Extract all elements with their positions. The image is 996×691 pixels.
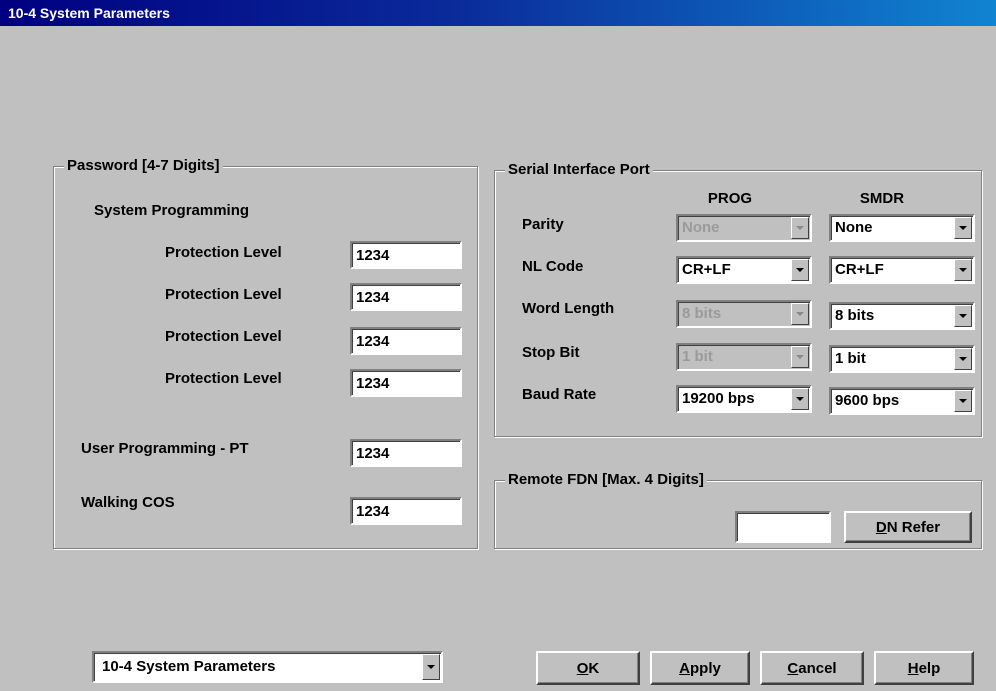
window-title: 10-4 System Parameters (8, 5, 170, 21)
ok-button[interactable]: OK (536, 651, 640, 685)
dropdown-arrow-icon[interactable] (954, 305, 972, 327)
dropdown-arrow-icon[interactable] (422, 654, 440, 680)
password-group: Password [4-7 Digits] System Programming… (53, 156, 478, 549)
smdr-baud-rate-select[interactable]: 9600 bps (829, 387, 975, 415)
cancel-mnemonic: C (787, 659, 799, 677)
user-programming-label: User Programming - PT (81, 440, 249, 457)
protection-level-input-4[interactable]: 1234 (350, 369, 462, 397)
protection-level-input-2[interactable]: 1234 (350, 283, 462, 311)
page-select[interactable]: 10-4 System Parameters (92, 651, 443, 683)
baud-rate-label: Baud Rate (522, 386, 597, 403)
dropdown-arrow-icon (791, 217, 809, 239)
prog-baud-rate-select[interactable]: 19200 bps (676, 385, 812, 413)
col-header-prog: PROG (707, 190, 753, 207)
smdr-parity-value: None (835, 219, 873, 236)
help-mnemonic: H (907, 659, 919, 677)
prog-parity-select: None (676, 214, 812, 242)
system-programming-label: System Programming (94, 202, 250, 219)
dn-refer-label: N Refer (886, 518, 941, 536)
stop-bit-label: Stop Bit (522, 344, 580, 361)
word-length-label: Word Length (522, 300, 615, 317)
dropdown-arrow-icon[interactable] (954, 348, 972, 370)
walking-cos-input[interactable]: 1234 (350, 497, 462, 525)
smdr-stop-bit-value: 1 bit (835, 350, 866, 367)
prog-nl-code-select[interactable]: CR+LF (676, 256, 812, 284)
apply-mnemonic: A (679, 659, 690, 677)
title-bar: 10-4 System Parameters (0, 0, 996, 26)
user-programming-input[interactable]: 1234 (350, 439, 462, 467)
smdr-nl-code-select[interactable]: CR+LF (829, 256, 975, 284)
smdr-baud-rate-value: 9600 bps (835, 392, 900, 409)
nl-code-label: NL Code (522, 258, 584, 275)
protection-level-label-2: Protection Level (165, 286, 282, 303)
remote-fdn-group: Remote FDN [Max. 4 Digits] DN Refer (494, 470, 982, 549)
smdr-word-length-value: 8 bits (835, 307, 875, 324)
remote-fdn-input[interactable] (735, 511, 831, 543)
apply-button[interactable]: Apply (650, 651, 750, 685)
cancel-label: ancel (798, 659, 837, 677)
parity-label: Parity (522, 216, 564, 233)
smdr-word-length-select[interactable]: 8 bits (829, 302, 975, 330)
page-select-value: 10-4 System Parameters (102, 658, 276, 675)
protection-level-input-3[interactable]: 1234 (350, 327, 462, 355)
smdr-nl-code-value: CR+LF (835, 261, 884, 278)
dropdown-arrow-icon (791, 346, 809, 368)
dropdown-arrow-icon[interactable] (954, 390, 972, 412)
protection-level-label-1: Protection Level (165, 244, 282, 261)
dropdown-arrow-icon[interactable] (791, 388, 809, 410)
dropdown-arrow-icon[interactable] (791, 259, 809, 281)
help-button[interactable]: Help (874, 651, 974, 685)
cancel-button[interactable]: Cancel (760, 651, 864, 685)
password-group-legend: Password [4-7 Digits] (64, 156, 223, 176)
prog-stop-bit-value: 1 bit (682, 348, 713, 365)
dropdown-arrow-icon[interactable] (954, 259, 972, 281)
prog-baud-rate-value: 19200 bps (682, 390, 755, 407)
smdr-stop-bit-select[interactable]: 1 bit (829, 345, 975, 373)
dropdown-arrow-icon[interactable] (954, 217, 972, 239)
protection-level-input-1[interactable]: 1234 (350, 241, 462, 269)
protection-level-label-3: Protection Level (165, 328, 282, 345)
dn-refer-mnemonic: D (875, 518, 887, 536)
remote-fdn-legend: Remote FDN [Max. 4 Digits] (505, 470, 707, 490)
prog-nl-code-value: CR+LF (682, 261, 731, 278)
serial-interface-legend: Serial Interface Port (505, 160, 653, 180)
serial-interface-group: Serial Interface Port PROG SMDR Parity N… (494, 160, 982, 437)
protection-level-label-4: Protection Level (165, 370, 282, 387)
dn-refer-button[interactable]: DN Refer (844, 511, 972, 543)
prog-parity-value: None (682, 219, 720, 236)
col-header-smdr: SMDR (859, 190, 905, 207)
ok-mnemonic: O (576, 659, 589, 677)
prog-word-length-value: 8 bits (682, 305, 722, 322)
prog-stop-bit-select: 1 bit (676, 343, 812, 371)
walking-cos-label: Walking COS (81, 494, 175, 511)
help-label: elp (918, 659, 941, 677)
dropdown-arrow-icon (791, 303, 809, 325)
apply-label: pply (690, 659, 721, 677)
smdr-parity-select[interactable]: None (829, 214, 975, 242)
prog-word-length-select: 8 bits (676, 300, 812, 328)
ok-label: K (588, 659, 600, 677)
